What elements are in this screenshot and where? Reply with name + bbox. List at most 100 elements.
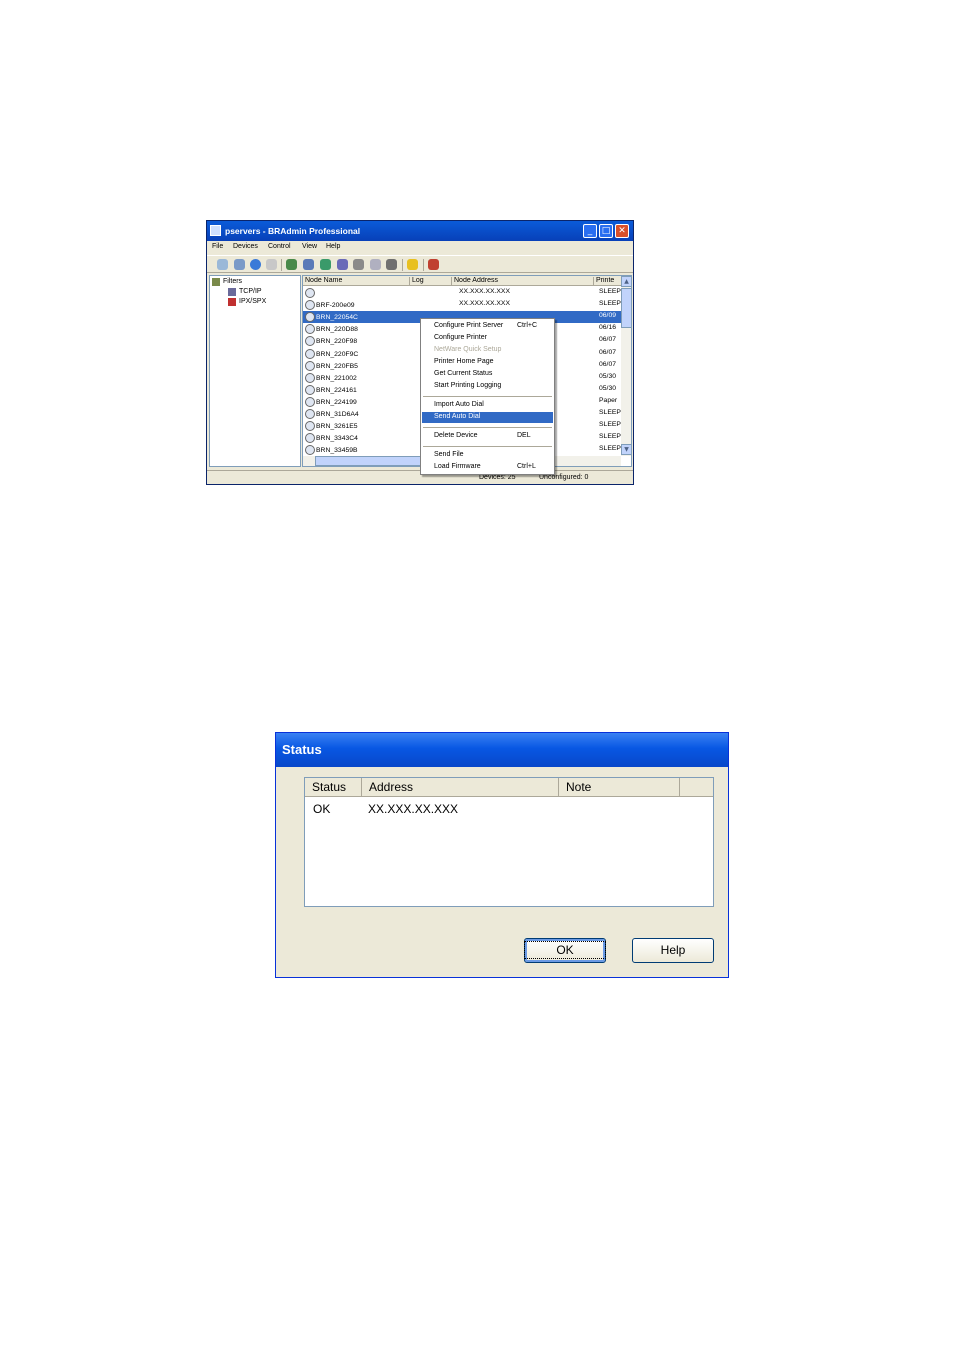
menu-item-shortcut: Ctrl+L: [517, 463, 536, 470]
help-icon[interactable]: [407, 259, 418, 270]
menu-view[interactable]: View: [302, 243, 317, 250]
menu-devices[interactable]: Devices: [233, 243, 258, 250]
search-devices-icon[interactable]: [234, 259, 245, 270]
col-log[interactable]: Log: [410, 277, 452, 286]
toolbar: [207, 255, 633, 273]
menu-item[interactable]: Get Current Status: [422, 369, 553, 380]
list-header: Node Name Log Node Address Printe: [303, 276, 621, 286]
printer-icon: [305, 348, 315, 359]
node-address: XX.XXX.XX.XXX: [459, 300, 510, 308]
printer-status: 06/07: [599, 336, 617, 344]
printer-icon: [305, 324, 315, 335]
menu-item[interactable]: Start Printing Logging: [422, 381, 553, 392]
scroll-down-icon[interactable]: ▼: [621, 444, 631, 455]
hscroll-thumb[interactable]: [315, 456, 435, 466]
node-name: BRN_224199: [316, 398, 357, 406]
print-icon[interactable]: [266, 259, 277, 270]
menu-separator: [423, 396, 552, 397]
printer-status: SLEEP: [599, 433, 621, 441]
ok-button[interactable]: OK: [524, 938, 606, 963]
row-address: XX.XXX.XX.XXX: [368, 802, 459, 816]
printer-status: SLEEP: [599, 445, 621, 453]
tree-ipxspx[interactable]: IPX/SPX: [239, 298, 266, 305]
menu-help[interactable]: Help: [326, 243, 340, 250]
log-icon[interactable]: [353, 259, 364, 270]
dialog-title-bar[interactable]: Status: [276, 733, 728, 767]
printer-status: Paper: [599, 396, 618, 404]
toolbar-separator: [423, 259, 424, 271]
configure-icon[interactable]: [286, 259, 297, 270]
printer-icon: [305, 445, 315, 456]
tree-filters[interactable]: Filters: [223, 278, 242, 285]
col-address[interactable]: Address: [362, 778, 559, 797]
printer-icon: [305, 360, 315, 371]
node-name: BRN_33459B: [316, 447, 358, 455]
vertical-scrollbar[interactable]: ▲ ▼: [621, 276, 631, 456]
menu-item[interactable]: Load Firmware Ctrl+L: [422, 462, 553, 473]
minimize-button[interactable]: _: [583, 224, 597, 238]
scroll-thumb[interactable]: [621, 288, 631, 328]
menu-item[interactable]: Printer Home Page: [422, 357, 553, 368]
status-dialog: Status Status Address Note OK XX.XXX.XX.…: [275, 732, 729, 978]
menu-item[interactable]: NetWare Quick Setup: [422, 345, 553, 356]
scroll-up-icon[interactable]: ▲: [621, 276, 631, 287]
table-row[interactable]: XX.XXX.XX.XXX SLEEP: [303, 287, 621, 299]
properties-icon[interactable]: [386, 259, 397, 270]
exit-icon[interactable]: [428, 259, 439, 270]
col-status[interactable]: Status: [305, 778, 362, 797]
col-printer-status[interactable]: Printe: [594, 277, 621, 286]
new-icon[interactable]: [217, 259, 228, 270]
devices-count: Devices: 25: [479, 474, 516, 481]
menu-item[interactable]: Send File: [422, 450, 553, 461]
printer-status: 05/30: [599, 372, 617, 380]
menu-separator: [423, 446, 552, 447]
grid-header: Status Address Note: [305, 778, 713, 797]
table-row[interactable]: BRF-200e09 XX.XXX.XX.XXX SLEEP: [303, 299, 621, 311]
printer-status: SLEEP: [599, 300, 621, 308]
menu-item-label: Printer Home Page: [434, 358, 494, 365]
menu-item[interactable]: Import Auto Dial: [422, 400, 553, 411]
node-name: BRN_220D88: [316, 326, 358, 334]
status-grid: Status Address Note OK XX.XXX.XX.XXX: [304, 777, 714, 907]
menu-item[interactable]: Send Auto Dial: [422, 412, 553, 423]
tree-tcpip[interactable]: TCP/IP: [239, 288, 262, 295]
view-grid-icon[interactable]: [370, 259, 381, 270]
title-bar[interactable]: pservers - BRAdmin Professional _ □ ✕: [207, 221, 633, 241]
toolbar-separator: [281, 259, 282, 271]
menu-control[interactable]: Control: [268, 243, 291, 250]
menu-item[interactable]: Configure Print Server Ctrl+C: [422, 321, 553, 332]
close-button[interactable]: ✕: [615, 224, 629, 238]
printer-status: SLEEP: [599, 409, 621, 416]
node-name: BRF-200e09: [316, 302, 355, 310]
home-page-icon[interactable]: [337, 259, 348, 270]
node-name: BRN_3343C4: [316, 435, 358, 443]
menu-item-label: Load Firmware: [434, 463, 481, 470]
maximize-button[interactable]: □: [599, 224, 613, 238]
col-note[interactable]: Note: [559, 778, 680, 797]
node-name: BRN_220F98: [316, 338, 358, 346]
menu-item-label: Configure Printer: [434, 334, 487, 341]
toolbar-separator: [402, 259, 403, 271]
refresh-icon[interactable]: [250, 259, 261, 270]
tcpip-icon: [228, 288, 236, 296]
filter-tree: Filters TCP/IP IPX/SPX: [209, 275, 301, 467]
menu-item[interactable]: Delete Device DEL: [422, 431, 553, 442]
row-status: OK: [313, 802, 331, 816]
printer-icon: [305, 409, 315, 419]
node-name: BRN_220FB5: [316, 362, 358, 370]
menu-item-label: Delete Device: [434, 432, 478, 439]
printer-icon: [305, 396, 315, 407]
printer-icon: [305, 300, 315, 311]
help-button[interactable]: Help: [632, 938, 714, 963]
printer-config-icon[interactable]: [303, 259, 314, 270]
menu-item[interactable]: Configure Printer: [422, 333, 553, 344]
node-name: BRN_221002: [316, 374, 357, 382]
printer-status: 06/07: [599, 360, 617, 368]
menu-file[interactable]: File: [212, 243, 223, 250]
col-node-address[interactable]: Node Address: [452, 277, 594, 286]
menu-item-label: Configure Print Server: [434, 322, 504, 329]
col-node-name[interactable]: Node Name: [303, 277, 410, 286]
status-icon[interactable]: [320, 259, 331, 270]
node-name: BRN_220F9C: [316, 350, 359, 358]
dialog-title: Status: [282, 742, 322, 757]
